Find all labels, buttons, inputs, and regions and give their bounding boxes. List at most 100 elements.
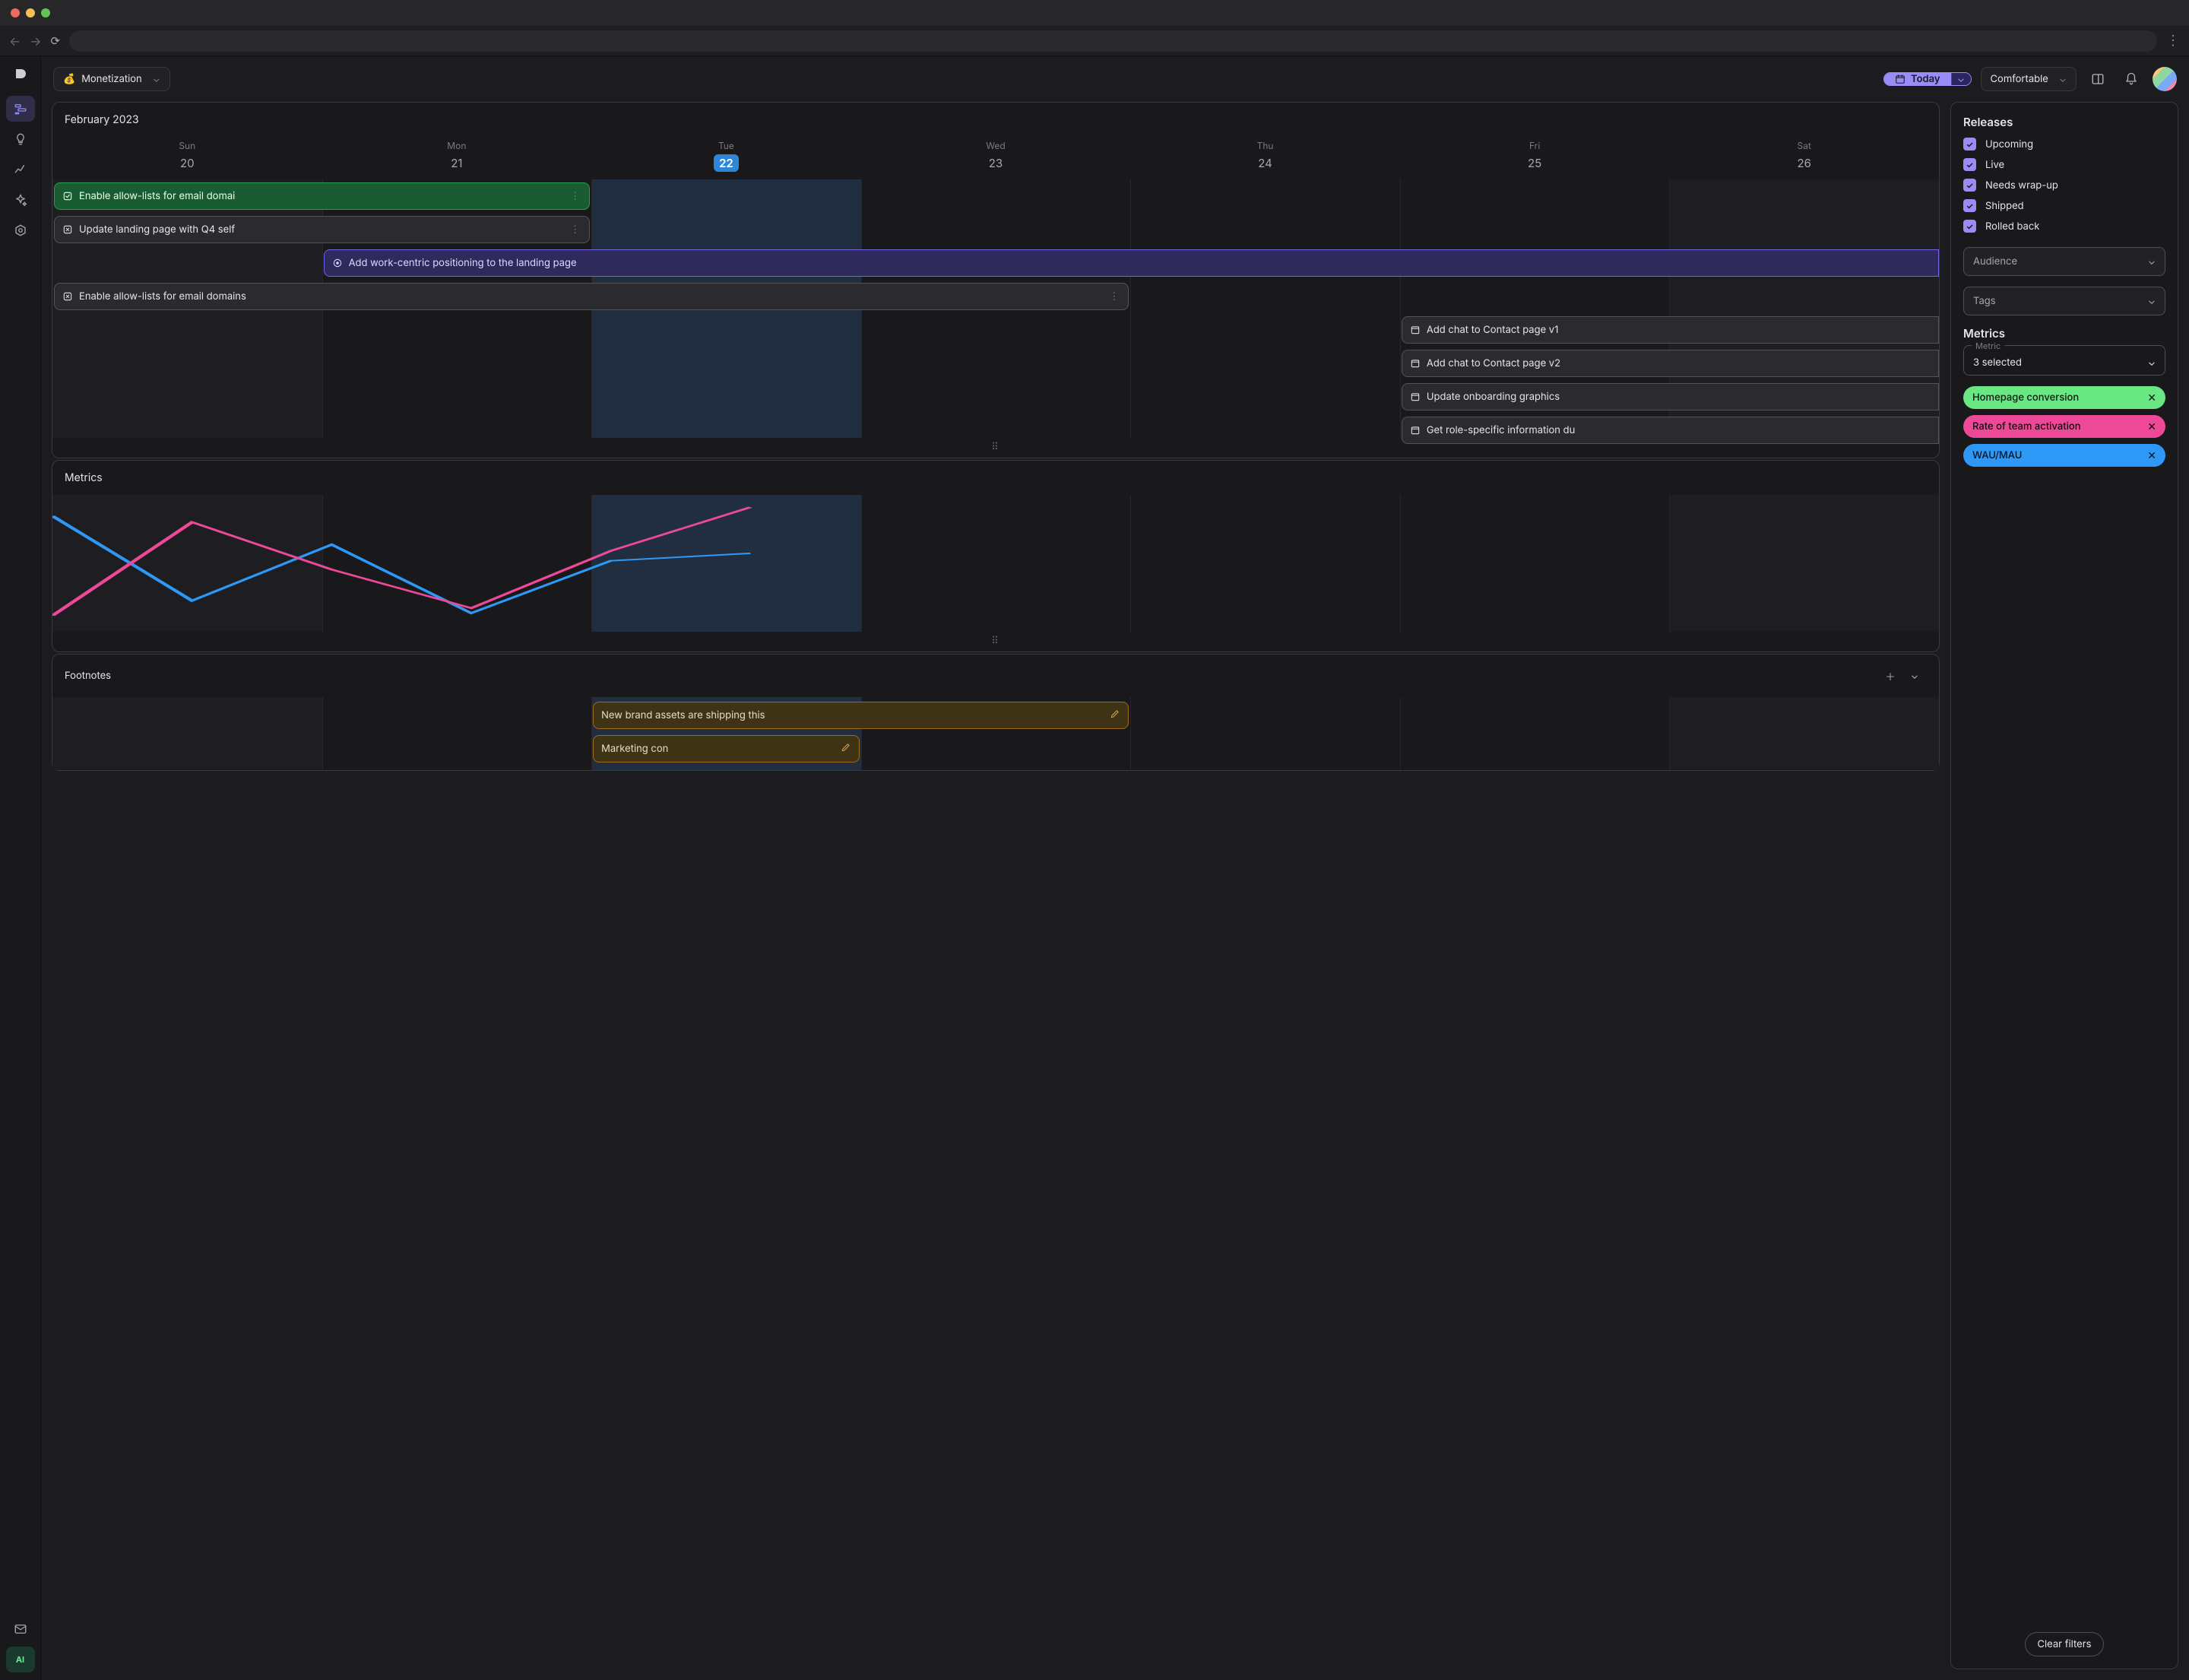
remove-icon[interactable]: ✕ <box>2147 391 2156 404</box>
calendar-header-row: Sun20 Mon21 Tue22 Wed23 Thu24 Fri25 Sat2… <box>52 137 1939 179</box>
workspace-emoji-icon: 💰 <box>63 73 75 85</box>
nav-ai[interactable]: AI <box>6 1647 35 1672</box>
footnote-item[interactable]: New brand assets are shipping this <box>593 702 1129 729</box>
panel-toggle-button[interactable] <box>2086 67 2110 91</box>
filter-rolled[interactable]: ✓Rolled back <box>1963 216 2165 236</box>
chevron-down-icon: ⌄ <box>153 73 160 85</box>
browser-titlebar <box>0 0 2189 26</box>
release-event[interactable]: Update landing page with Q4 self ⋮ <box>54 216 590 243</box>
metrics-heading: Metrics <box>1963 326 2165 341</box>
metrics-title: Metrics <box>52 461 1939 495</box>
checkbox-checked-icon: ✓ <box>1963 179 1976 192</box>
filter-upcoming[interactable]: ✓Upcoming <box>1963 134 2165 154</box>
app-logo <box>11 67 30 85</box>
checkbox-checked-icon: ✓ <box>1963 199 1976 212</box>
chevron-down-icon: ⌄ <box>2148 255 2156 268</box>
chevron-down-icon: ⌄ <box>2148 357 2156 369</box>
footnote-item[interactable]: Marketing con <box>593 735 860 762</box>
metric-chip[interactable]: Rate of team activation✕ <box>1963 415 2165 438</box>
avatar[interactable] <box>2153 67 2177 91</box>
filter-live[interactable]: ✓Live <box>1963 154 2165 175</box>
forward-icon[interactable]: → <box>30 33 41 49</box>
releases-heading: Releases <box>1963 115 2165 129</box>
nav-settings[interactable] <box>6 217 35 243</box>
event-label: Update landing page with Q4 self <box>79 223 235 236</box>
metric-field-value: 3 selected <box>1973 357 2022 369</box>
url-bar[interactable] <box>69 30 2157 52</box>
footnotes-panel: Footnotes ＋ ⌄ <box>52 654 1940 771</box>
reload-icon[interactable]: ⟳ <box>51 33 61 48</box>
note-label: Marketing con <box>601 743 668 755</box>
maximize-icon[interactable] <box>41 8 50 17</box>
metric-field-label: Metric <box>1972 341 2004 351</box>
check-square-icon <box>62 191 73 201</box>
checkbox-checked-icon: ✓ <box>1963 138 1976 151</box>
collapse-button[interactable]: ⌄ <box>1902 664 1927 688</box>
resize-handle[interactable]: ⠿ <box>52 632 1939 651</box>
add-note-button[interactable]: ＋ <box>1878 664 1902 688</box>
cancel-square-icon <box>62 224 73 235</box>
metric-chip[interactable]: Homepage conversion✕ <box>1963 386 2165 409</box>
checkbox-checked-icon: ✓ <box>1963 158 1976 171</box>
event-label: Update onboarding graphics <box>1427 391 1560 403</box>
release-event[interactable]: Update onboarding graphics <box>1402 383 1939 410</box>
close-icon[interactable] <box>11 8 20 17</box>
edit-icon[interactable] <box>841 742 851 756</box>
browser-toolbar: ← → ⟳ ⋮ <box>0 26 2189 56</box>
notifications-button[interactable] <box>2119 67 2143 91</box>
edit-icon[interactable] <box>1110 708 1120 722</box>
nav-inbox[interactable] <box>6 1616 35 1642</box>
day-header: Wed23 <box>861 137 1131 179</box>
nav-sparkle[interactable] <box>6 187 35 213</box>
day-header: Mon21 <box>322 137 592 179</box>
event-label: Enable allow-lists for email domai <box>79 190 235 202</box>
release-event[interactable]: Enable allow-lists for email domai ⋮ <box>54 182 590 210</box>
tags-dropdown[interactable]: Tags ⌄ <box>1963 287 2165 315</box>
calendar-body[interactable]: Enable allow-lists for email domai ⋮ Upd… <box>52 179 1939 438</box>
metrics-chart[interactable] <box>52 495 1939 632</box>
density-selector[interactable]: Comfortable ⌄ <box>1981 67 2077 91</box>
more-icon[interactable]: ⋮ <box>1107 290 1120 303</box>
release-event[interactable]: Add work-centric positioning to the land… <box>324 249 1939 277</box>
release-event[interactable]: Add chat to Contact page v1 <box>1402 316 1939 344</box>
nav-timeline[interactable] <box>6 96 35 122</box>
clear-filters-button[interactable]: Clear filters <box>2025 1632 2105 1656</box>
today-label: Today <box>1911 73 1940 85</box>
calendar-icon <box>1410 391 1421 402</box>
event-label: Get role-specific information du <box>1427 424 1575 436</box>
today-dropdown[interactable]: ⌄ <box>1951 73 1971 85</box>
density-label: Comfortable <box>1991 73 2048 85</box>
more-icon[interactable]: ⋮ <box>569 190 581 202</box>
minimize-icon[interactable] <box>26 8 35 17</box>
nav-analytics[interactable] <box>6 157 35 182</box>
footnotes-body[interactable]: New brand assets are shipping this Marke… <box>52 697 1939 770</box>
event-label: Add chat to Contact page v2 <box>1427 357 1560 369</box>
event-label: Add work-centric positioning to the land… <box>349 257 577 269</box>
more-icon[interactable]: ⋮ <box>569 223 581 236</box>
workspace-selector[interactable]: 💰 Monetization ⌄ <box>53 67 170 91</box>
app-topbar: 💰 Monetization ⌄ Today ⌄ Comfortable ⌄ <box>41 56 2189 102</box>
filter-wrap[interactable]: ✓Needs wrap-up <box>1963 175 2165 195</box>
chevron-down-icon: ⌄ <box>2059 73 2067 85</box>
remove-icon[interactable]: ✕ <box>2147 449 2156 462</box>
metrics-lines <box>52 495 1939 632</box>
day-header-today: Tue22 <box>591 137 861 179</box>
release-event[interactable]: Enable allow-lists for email domains ⋮ <box>54 283 1129 310</box>
metric-chip[interactable]: WAU/MAU✕ <box>1963 444 2165 467</box>
back-icon[interactable]: ← <box>9 33 21 49</box>
filter-shipped[interactable]: ✓Shipped <box>1963 195 2165 216</box>
event-label: Add chat to Contact page v1 <box>1427 324 1559 336</box>
remove-icon[interactable]: ✕ <box>2147 420 2156 433</box>
note-label: New brand assets are shipping this <box>601 709 765 721</box>
workspace-label: Monetization <box>81 73 142 85</box>
metric-selector[interactable]: Metric 3 selected ⌄ <box>1963 345 2165 376</box>
release-event[interactable]: Add chat to Contact page v2 <box>1402 350 1939 377</box>
calendar-icon <box>1410 358 1421 369</box>
release-event[interactable]: Get role-specific information du <box>1402 417 1939 444</box>
today-button[interactable]: Today <box>1884 73 1951 85</box>
event-label: Enable allow-lists for email domains <box>79 290 246 303</box>
metrics-panel: Metrics <box>52 460 1940 652</box>
record-icon <box>332 258 343 268</box>
nav-ideas[interactable] <box>6 126 35 152</box>
audience-dropdown[interactable]: Audience ⌄ <box>1963 247 2165 276</box>
